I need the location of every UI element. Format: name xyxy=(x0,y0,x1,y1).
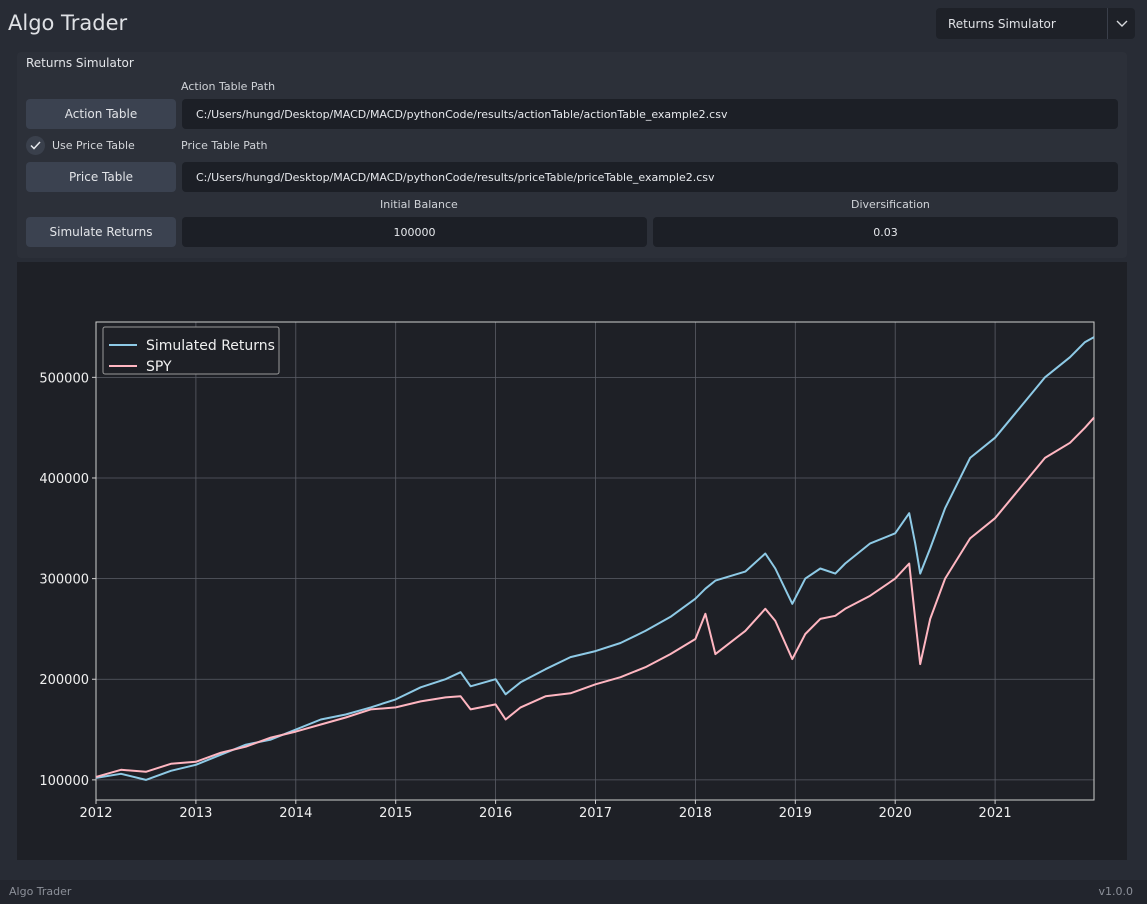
legend-label: SPY xyxy=(146,359,172,375)
y-tick-label: 400000 xyxy=(39,472,89,487)
x-tick-label: 2014 xyxy=(279,806,312,821)
returns-chart: 2012 2013 2014 2015 2016 2017 2018 2019 2020 2021… xyxy=(39,321,1095,821)
footer-app-name: Algo Trader xyxy=(9,885,72,898)
y-tick-label: 200000 xyxy=(39,673,89,688)
legend-label: Simulated Returns xyxy=(146,338,275,354)
price-table-path-field[interactable]: C:/Users/hungd/Desktop/MACD/MACD/pythonC… xyxy=(182,162,1118,192)
series-line-1 xyxy=(95,416,1095,778)
action-table-path-label: Action Table Path xyxy=(181,80,276,93)
checkmark-icon xyxy=(30,140,41,150)
app-title: Algo Trader xyxy=(8,11,128,35)
diversification-input[interactable]: 0.03 xyxy=(653,217,1118,247)
y-tick-label: 100000 xyxy=(39,774,89,789)
plot-frame xyxy=(95,321,1095,801)
chevron-down-icon[interactable] xyxy=(1107,8,1135,39)
price-table-path-label: Price Table Path xyxy=(181,139,268,152)
diversification-label: Diversification xyxy=(851,198,930,211)
y-tick-label: 500000 xyxy=(39,371,89,386)
series-line-0 xyxy=(95,336,1095,781)
initial-balance-input[interactable]: 100000 xyxy=(182,217,647,247)
panel-title: Returns Simulator xyxy=(26,56,134,70)
x-tick-label: 2012 xyxy=(79,806,112,821)
x-tick-label: 2017 xyxy=(579,806,612,821)
page-select-dropdown[interactable]: Returns Simulator xyxy=(936,8,1135,39)
footer-version: v1.0.0 xyxy=(1098,885,1134,898)
action-table-path-field[interactable]: C:/Users/hungd/Desktop/MACD/MACD/pythonC… xyxy=(182,99,1118,129)
initial-balance-label: Initial Balance xyxy=(380,198,458,211)
use-price-table-checkbox[interactable] xyxy=(26,135,45,155)
x-tick-label: 2015 xyxy=(379,806,412,821)
use-price-table-toggle[interactable]: Use Price Table xyxy=(26,135,135,155)
use-price-table-label: Use Price Table xyxy=(52,138,135,152)
action-table-button[interactable]: Action Table xyxy=(26,99,176,129)
x-tick-label: 2018 xyxy=(679,806,712,821)
x-tick-label: 2020 xyxy=(879,806,912,821)
status-bar xyxy=(0,880,1147,904)
x-tick-label: 2013 xyxy=(179,806,212,821)
x-tick-label: 2019 xyxy=(779,806,812,821)
chart-area: 2012 2013 2014 2015 2016 2017 2018 2019 2020 2021… xyxy=(17,262,1127,860)
price-table-button[interactable]: Price Table xyxy=(26,162,176,192)
x-tick-label: 2021 xyxy=(979,806,1012,821)
page-select-value: Returns Simulator xyxy=(948,16,1056,31)
y-tick-label: 300000 xyxy=(39,573,89,588)
x-tick-label: 2016 xyxy=(479,806,512,821)
simulate-returns-button[interactable]: Simulate Returns xyxy=(26,217,176,247)
